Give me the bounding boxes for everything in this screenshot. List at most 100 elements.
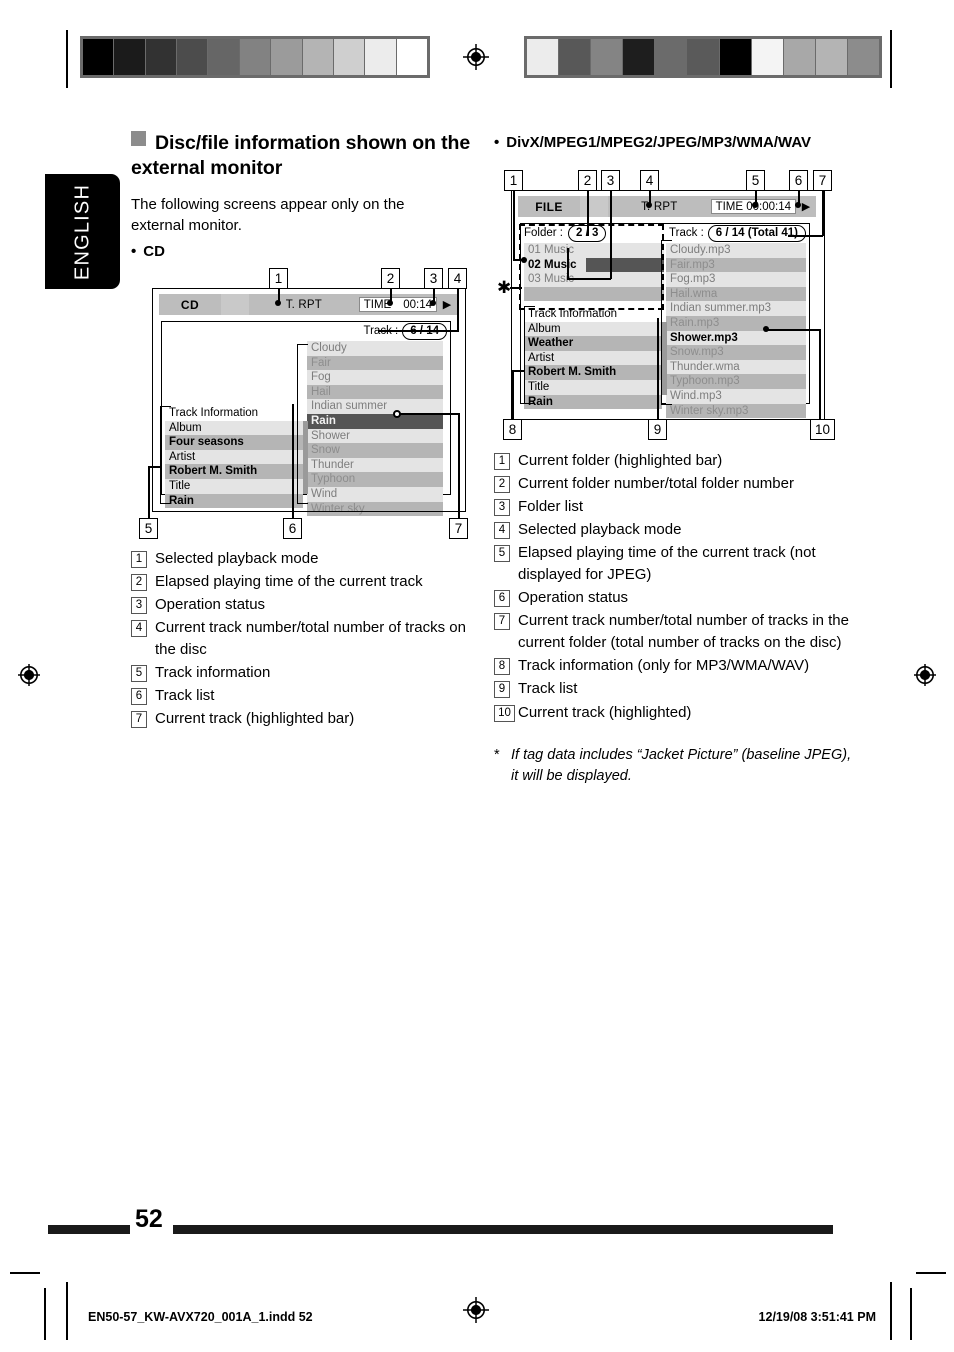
legend-divx-item-text: Selected playback mode xyxy=(518,521,682,539)
calibration-swatch xyxy=(239,39,272,75)
leader-dot-divx-10 xyxy=(763,326,769,332)
leader-divx-3-v xyxy=(610,191,612,279)
legend-divx-item-row: 7 Current track number/total number of tr… xyxy=(494,610,856,654)
leader-divx-10-h xyxy=(766,329,820,331)
divx-subheading-label: DivX/MPEG1/MPEG2/JPEG/MP3/WMA/WAV xyxy=(506,134,812,151)
leader-divx-7-h xyxy=(788,235,823,237)
leader-cd-7-v xyxy=(458,413,460,519)
legend-divx-item-text: Track information (only for MP3/WMA/WAV) xyxy=(518,657,810,675)
legend-divx-item-number: 7 xyxy=(494,613,518,654)
legend-cd-item-row: 6 Track list xyxy=(131,685,481,707)
cd-info-brace xyxy=(160,406,171,504)
callout-cd-2: 2 xyxy=(381,268,400,289)
cd-tracklist-brace xyxy=(297,344,308,504)
legend-divx-item-number: 2 xyxy=(494,476,518,495)
callout-divx-3: 3 xyxy=(601,170,620,191)
legend-cd-item-number: 6 xyxy=(131,688,155,707)
legend-divx-item-number: 3 xyxy=(494,499,518,518)
leader-dot-divx-1 xyxy=(521,257,527,263)
registration-mark-left xyxy=(16,662,42,688)
legend-cd-item-number: 1 xyxy=(131,551,155,570)
leader-cd-5-v xyxy=(148,466,150,519)
legend-divx-item-number: 8 xyxy=(494,658,518,677)
callout-cd-4: 4 xyxy=(448,268,467,289)
trim-mark-bottom-left-h2 xyxy=(44,1288,46,1340)
page-title: Disc/file information shown on the exter… xyxy=(131,131,476,182)
callout-divx-1: 1 xyxy=(504,170,523,191)
leader-divx-9 xyxy=(657,318,659,420)
legend-cd-item-text: Current track number/total number of tra… xyxy=(155,619,466,659)
leader-dot-cd-3 xyxy=(430,300,436,306)
legend-divx-item-row: 10 Current track (highlighted) xyxy=(494,702,856,724)
legend-cd-item-row: 2 Elapsed playing time of the current tra… xyxy=(131,571,481,593)
callout-divx-7: 7 xyxy=(813,170,832,191)
leader-divx-8-v xyxy=(512,370,514,420)
footnote-text: If tag data includes “Jacket Picture” (b… xyxy=(511,747,852,785)
footnote: * If tag data includes “Jacket Picture” … xyxy=(494,745,854,787)
leader-cd-4-h xyxy=(378,330,459,332)
callout-cd-5: 5 xyxy=(139,518,158,539)
legend-divx-item-row: 9 Track list xyxy=(494,678,856,700)
leader-dot-divx-5 xyxy=(752,202,758,208)
callout-divx-8: 8 xyxy=(503,419,522,440)
leader-cd-7-h xyxy=(396,413,459,415)
legend-cd-item-text: Track information xyxy=(155,664,271,682)
registration-mark-bottom xyxy=(463,1297,489,1323)
calibration-swatch xyxy=(815,39,848,75)
legend-cd-item-text: Operation status xyxy=(155,596,266,614)
divx-info-brace xyxy=(524,306,535,404)
calibration-swatch xyxy=(655,39,688,75)
legend-cd-item-row: 5 Track information xyxy=(131,662,481,684)
legend-divx-item-number: 5 xyxy=(494,545,518,586)
calibration-swatch xyxy=(114,39,146,75)
legend-cd-item-number: 3 xyxy=(131,597,155,616)
legend-cd-item-text: Current track (highlighted bar) xyxy=(155,710,355,728)
page-title-text: Disc/file information shown on the exter… xyxy=(131,132,471,180)
leader-divx-3-v2 xyxy=(567,248,569,279)
legend-cd-item-number: 7 xyxy=(131,711,155,730)
legend-cd-item-text: Selected playback mode xyxy=(155,550,319,567)
trim-mark-top-left-v xyxy=(66,30,68,88)
legend-divx-item-row: 6 Operation status xyxy=(494,587,856,609)
leader-cd-4-v xyxy=(457,289,459,331)
legend-divx-item-row: 4 Selected playback mode xyxy=(494,519,856,541)
calibration-swatch xyxy=(783,39,816,75)
divx-subheading: • DivX/MPEG1/MPEG2/JPEG/MP3/WMA/WAV xyxy=(494,134,844,151)
calibration-swatch xyxy=(559,39,592,75)
divx-folder-region-dashed-outline xyxy=(519,224,664,310)
calibration-swatch xyxy=(687,39,720,75)
calibration-swatch xyxy=(527,39,560,75)
legend-divx-item-text: Current track (highlighted) xyxy=(518,703,692,721)
footer-rule-left xyxy=(48,1225,130,1234)
leader-dot-divx-4 xyxy=(646,202,652,208)
leader-dot-cd-2 xyxy=(387,300,393,306)
calibration-swatch xyxy=(333,39,366,75)
calibration-swatch xyxy=(396,39,427,75)
calibration-swatch xyxy=(83,39,115,75)
footer-filename: EN50-57_KW-AVX720_001A_1.indd 52 xyxy=(88,1310,313,1324)
calibration-swatch xyxy=(751,39,784,75)
legend-divx-item-text: Folder list xyxy=(518,498,584,516)
legend-cd-item-number: 2 xyxy=(131,574,155,593)
calibration-swatch xyxy=(145,39,178,75)
legend-cd: 1 Selected playback mode 2 Elapsed playing … xyxy=(131,548,481,731)
trim-mark-top-right-v xyxy=(890,30,892,88)
legend-divx-item-number: 9 xyxy=(494,681,518,700)
trim-mark-bottom-right-v xyxy=(890,1282,892,1340)
legend-divx-item-number: 1 xyxy=(494,453,518,472)
legend-divx-item-text: Track list xyxy=(518,680,578,698)
legend-cd-item-row: 1 Selected playback mode xyxy=(131,548,481,570)
leader-divx-3-h xyxy=(567,278,611,280)
trim-mark-bottom-left-v xyxy=(66,1282,68,1340)
bullet-icon: • xyxy=(494,134,500,151)
calibration-swatch xyxy=(591,39,624,75)
leader-cd-6 xyxy=(292,404,294,519)
registration-mark-right xyxy=(912,662,938,688)
bullet-icon: • xyxy=(131,243,137,260)
footer-rule-right xyxy=(173,1225,833,1234)
callout-divx-6: 6 xyxy=(789,170,808,191)
callout-cd-3: 3 xyxy=(424,268,443,289)
legend-cd-item-number: 4 xyxy=(131,620,155,661)
calibration-swatch xyxy=(302,39,334,75)
legend-divx-item-text: Current folder number/total folder numbe… xyxy=(518,475,794,493)
